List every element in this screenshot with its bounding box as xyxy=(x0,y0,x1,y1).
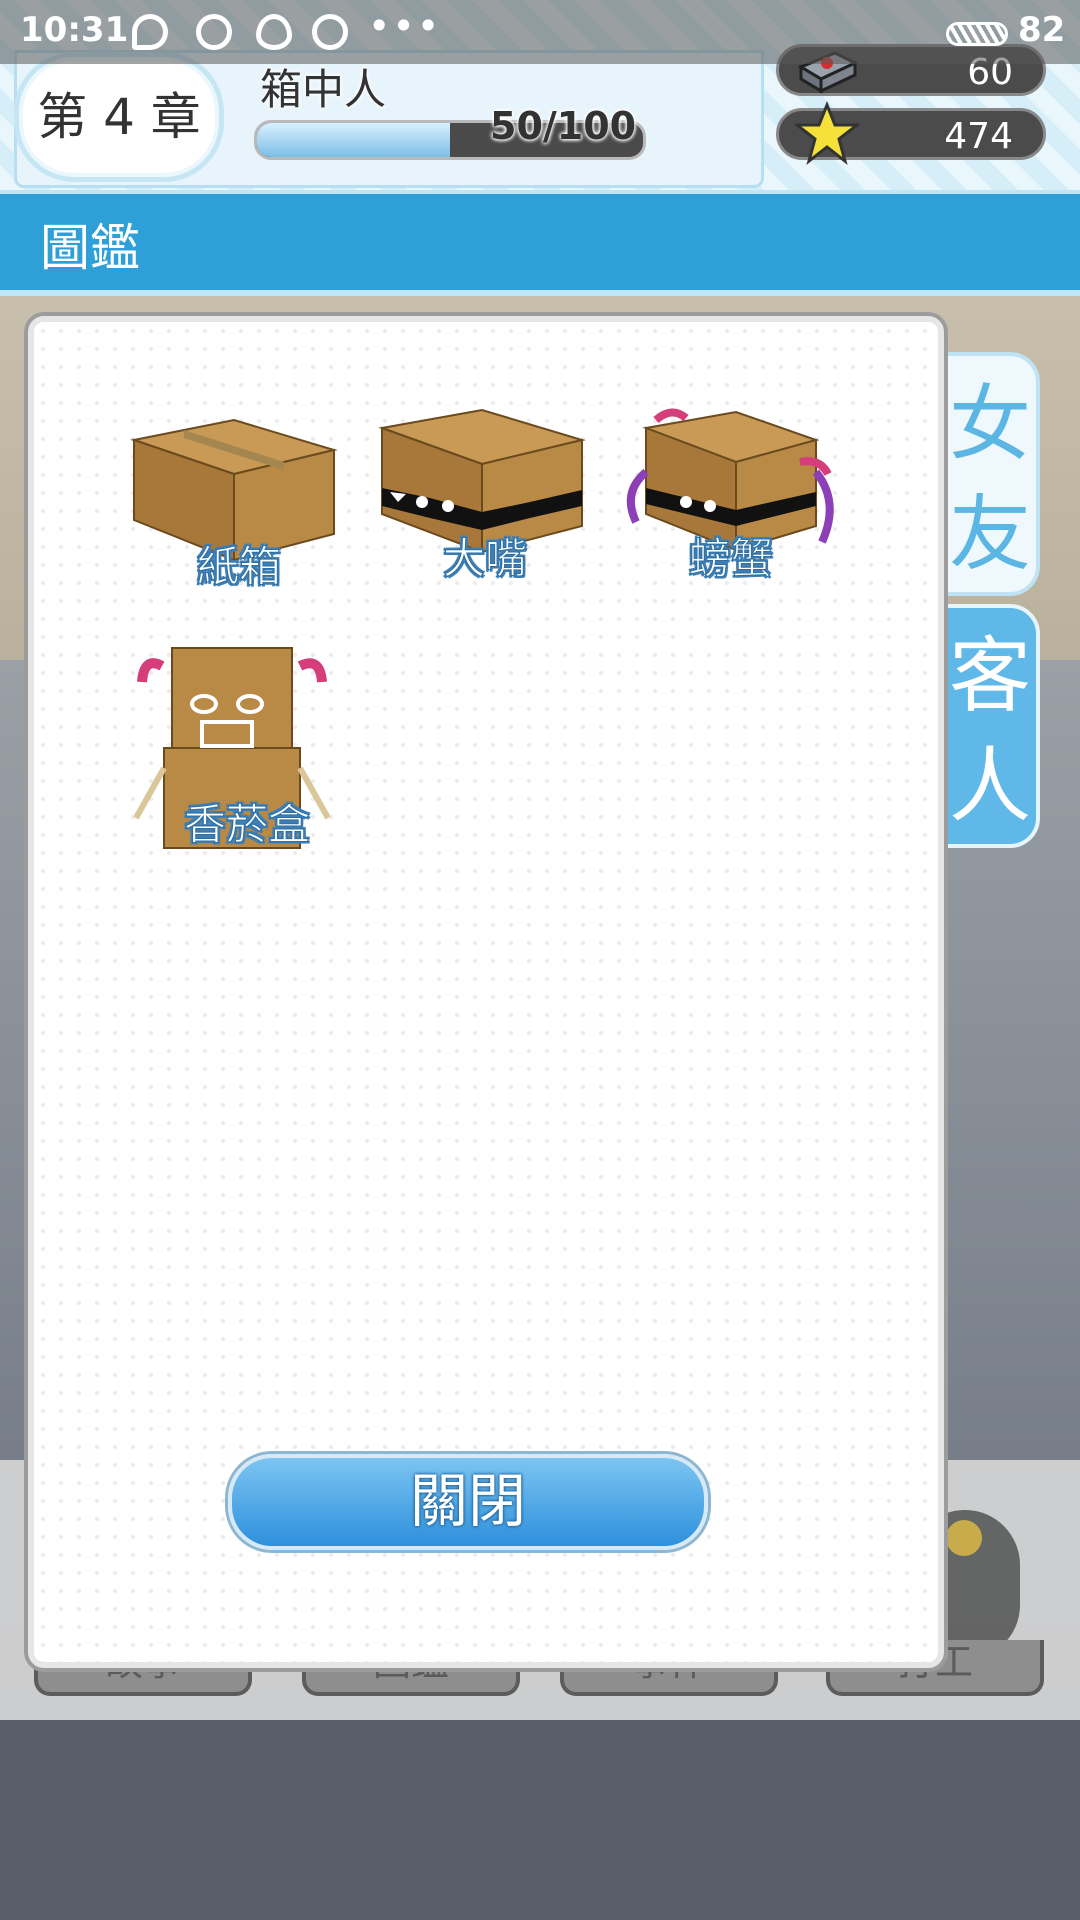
section-bar: 圖鑑 xyxy=(0,190,1080,296)
status-bar: 10:31 ••• 82 xyxy=(0,0,1080,64)
flame-icon xyxy=(256,14,292,50)
collection-item-label: 螃蟹 xyxy=(688,534,773,584)
collection-item-label: 紙箱 xyxy=(196,542,281,592)
close-button[interactable]: 關閉 xyxy=(228,1454,708,1550)
collection-item[interactable]: 螃蟹 xyxy=(616,402,846,592)
chat-icon xyxy=(132,14,168,50)
collection-item[interactable]: 大嘴 xyxy=(370,402,600,592)
star-counter: 474 xyxy=(776,101,1046,165)
tab-girlfriend[interactable]: 女友 xyxy=(940,352,1040,596)
star-icon xyxy=(795,101,859,165)
chapter-badge: 第 4 章 xyxy=(14,52,224,182)
battery-level: 82 xyxy=(1018,10,1066,50)
chapter-title: 箱中人 xyxy=(260,65,387,114)
status-time: 10:31 xyxy=(20,10,129,50)
background-footer xyxy=(0,1720,1080,1920)
collection-item[interactable]: 紙箱 xyxy=(124,410,354,600)
battery-icon xyxy=(946,22,1008,46)
tab-guest[interactable]: 客人 xyxy=(940,604,1040,848)
app-icon xyxy=(196,14,232,50)
collection-item-label: 香菸盒 xyxy=(183,800,310,850)
section-title: 圖鑑 xyxy=(40,219,140,277)
more-notifications-icon: ••• xyxy=(368,4,442,48)
block-icon xyxy=(312,14,348,50)
star-value: 474 xyxy=(944,116,1013,157)
collection-item[interactable]: 香菸盒 xyxy=(132,638,362,858)
progress-fill xyxy=(257,123,450,157)
progress-text: 50/100 xyxy=(490,104,637,148)
collection-item-label: 大嘴 xyxy=(442,534,527,584)
